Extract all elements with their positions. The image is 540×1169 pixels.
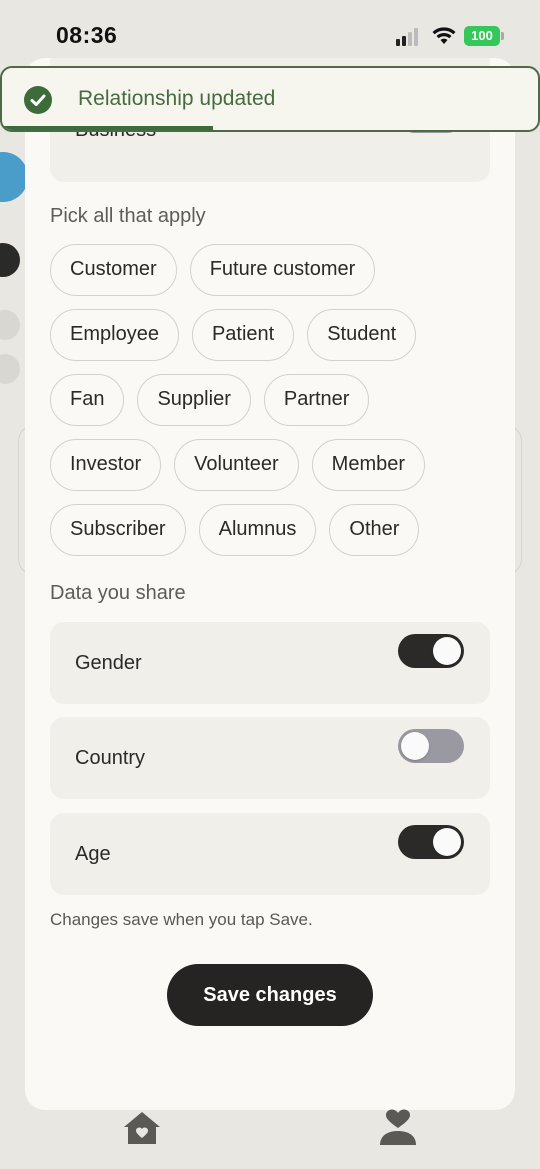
save-changes-button[interactable]: Save changes [167, 964, 373, 1026]
toast-notification: Relationship updated [0, 66, 540, 132]
chip-row: Employee Patient Student [50, 309, 490, 361]
chip-member[interactable]: Member [311, 439, 426, 491]
save-hint: Changes save when you tap Save. [50, 910, 313, 929]
background-dot [0, 354, 20, 384]
background-dot [0, 310, 20, 340]
chip-student[interactable]: Student [307, 309, 417, 361]
age-label: Age [75, 843, 111, 865]
chip-investor[interactable]: Investor [50, 439, 162, 491]
country-label: Country [75, 747, 146, 769]
battery-icon: 100 [464, 26, 504, 46]
background-dot [0, 243, 20, 277]
chip-volunteer[interactable]: Volunteer [174, 439, 299, 491]
wifi-icon [432, 26, 456, 46]
chip-supplier[interactable]: Supplier [137, 374, 251, 426]
relationship-sheet: Business Pick all that apply Customer Fu… [25, 58, 515, 1110]
background-avatar [0, 152, 28, 202]
country-row[interactable]: Country [50, 717, 490, 799]
chip-row: Fan Supplier Partner [50, 374, 490, 426]
check-circle-icon [24, 86, 52, 114]
data-share-title: Data you share [50, 582, 186, 604]
heart-person-icon[interactable] [378, 1108, 418, 1146]
home-icon[interactable] [122, 1110, 162, 1146]
gender-row[interactable]: Gender [50, 622, 490, 704]
chip-employee[interactable]: Employee [50, 309, 179, 361]
category-chips: Customer Future customer Employee Patien… [50, 244, 490, 569]
chip-row: Customer Future customer [50, 244, 490, 296]
country-toggle[interactable] [398, 729, 464, 763]
chip-fan[interactable]: Fan [50, 374, 125, 426]
chip-other[interactable]: Other [329, 504, 420, 556]
age-toggle[interactable] [398, 825, 464, 859]
signal-icon [396, 28, 422, 46]
age-row[interactable]: Age [50, 813, 490, 895]
chip-subscriber[interactable]: Subscriber [50, 504, 186, 556]
chip-patient[interactable]: Patient [191, 309, 295, 361]
chip-row: Investor Volunteer Member [50, 439, 490, 491]
chip-alumnus[interactable]: Alumnus [198, 504, 317, 556]
gender-toggle[interactable] [398, 634, 464, 668]
categories-title: Pick all that apply [50, 205, 206, 227]
status-time: 08:36 [56, 22, 118, 48]
toast-message: Relationship updated [78, 87, 276, 110]
chip-row: Subscriber Alumnus Other [50, 504, 490, 556]
chip-future-customer[interactable]: Future customer [189, 244, 376, 296]
battery-level: 100 [464, 26, 500, 46]
chip-customer[interactable]: Customer [50, 244, 177, 296]
toast-progress-bar [2, 126, 213, 130]
gender-label: Gender [75, 652, 142, 674]
chip-partner[interactable]: Partner [263, 374, 370, 426]
